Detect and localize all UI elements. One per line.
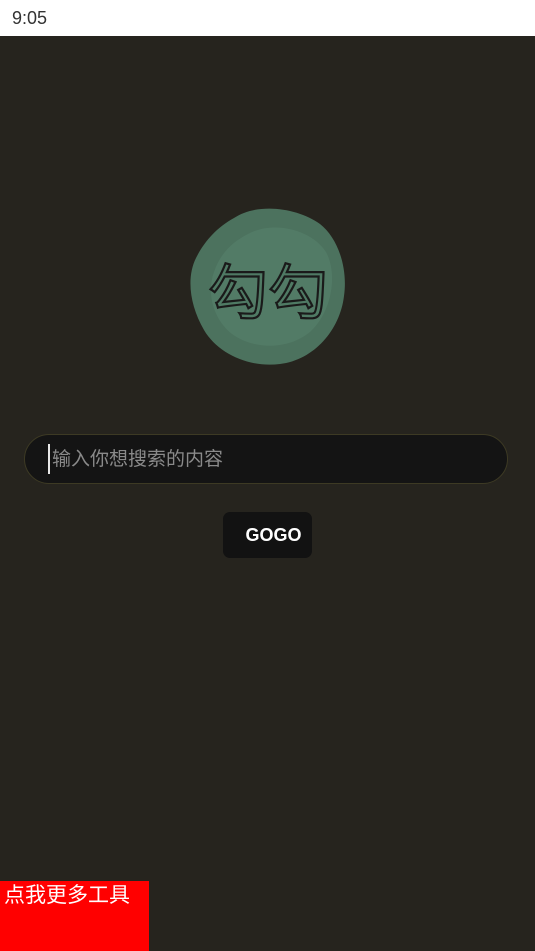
go-button[interactable]: GOGO xyxy=(223,512,312,558)
logo-text: 勾勾 xyxy=(208,259,328,329)
more-tools-button[interactable]: 点我更多工具 xyxy=(0,881,149,951)
search-input[interactable] xyxy=(48,444,472,474)
status-time: 9:05 xyxy=(12,7,48,28)
status-bar: 9:05 xyxy=(0,0,535,36)
logo-graphic: 勾勾 xyxy=(190,208,345,365)
app-area: 勾勾 GOGO 点我更多工具 xyxy=(0,36,535,951)
app-logo: 勾勾 xyxy=(188,204,350,370)
search-box xyxy=(24,434,508,484)
